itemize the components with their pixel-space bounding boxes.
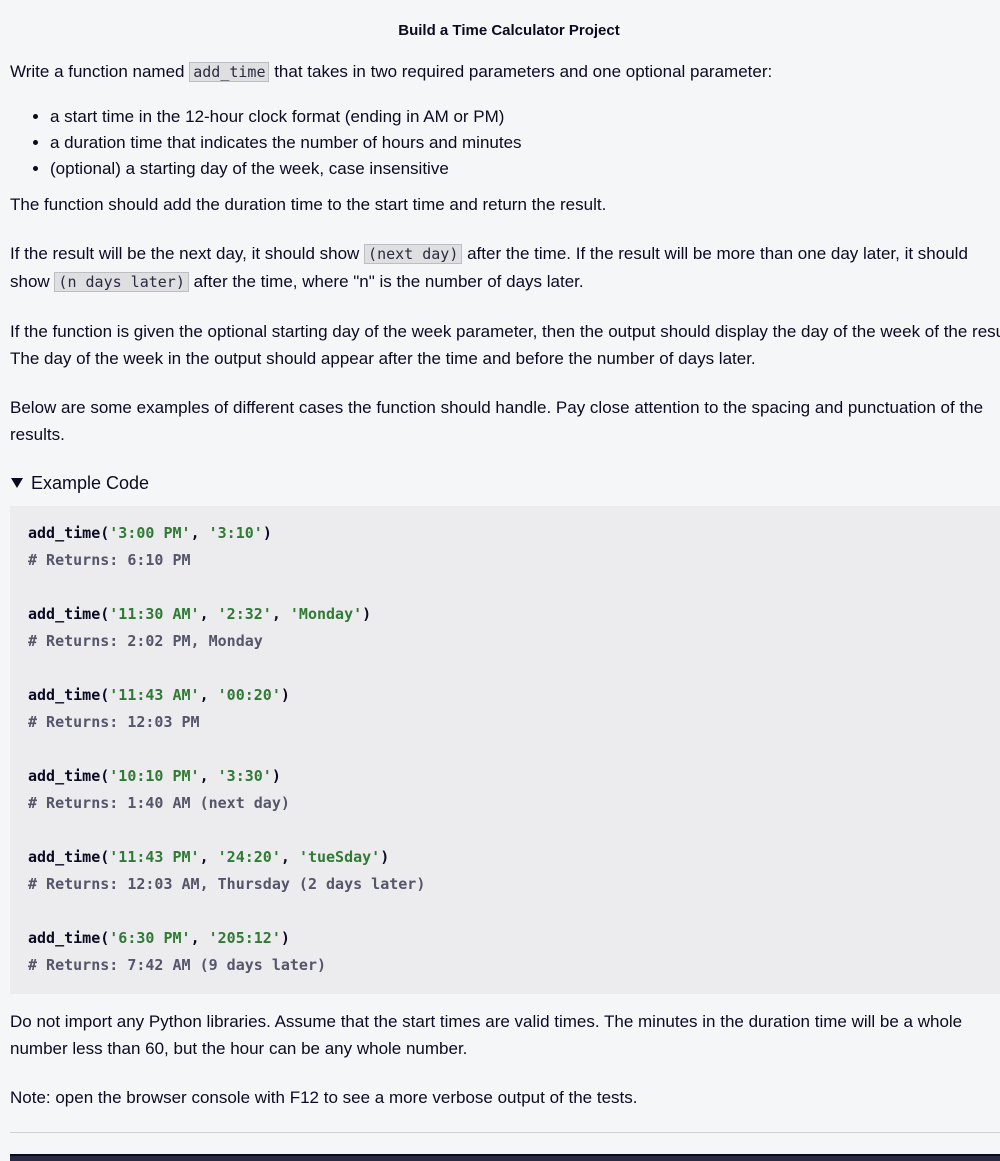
code-argument: '00:20' xyxy=(217,686,281,704)
code-example: add_time('10:10 PM', '3:30') # Returns: … xyxy=(28,763,1000,817)
examples-intro-paragraph: Below are some examples of different cas… xyxy=(10,398,984,444)
code-argument: '2:32' xyxy=(217,605,272,623)
parameter-item: (optional) a starting day of the week, c… xyxy=(50,156,1000,182)
inline-code-next-day: (next day) xyxy=(364,244,463,264)
code-argument: '11:43 PM' xyxy=(109,848,200,866)
page-title: Build a Time Calculator Project xyxy=(398,22,620,39)
code-example: add_time('3:00 PM', '3:10') # Returns: 6… xyxy=(28,520,1000,574)
code-call-line: add_time('6:30 PM', '205:12') xyxy=(28,929,290,947)
code-comment: # Returns: 1:40 AM (next day) xyxy=(28,794,290,812)
code-argument: '205:12' xyxy=(208,929,281,947)
console-note-paragraph: Note: open the browser console with F12 … xyxy=(10,1088,638,1107)
example-code-toggle[interactable]: Example Code xyxy=(10,470,1000,496)
code-example: add_time('11:30 AM', '2:32', 'Monday') #… xyxy=(28,601,1000,655)
next-day-text: show xyxy=(10,272,55,291)
function-name: add_time xyxy=(28,848,101,866)
intro-text-before: Write a function named xyxy=(10,62,190,81)
example-code-label: Example Code xyxy=(31,473,150,493)
challenge-page: Build a Time Calculator Project Write a … xyxy=(0,0,1000,1161)
next-day-text: If the result will be the next day, it s… xyxy=(10,244,365,263)
function-name: add_time xyxy=(28,605,101,623)
intro-text-after: that takes in two required parameters an… xyxy=(269,62,773,81)
next-day-paragraph: If the result will be the next day, it s… xyxy=(10,240,1000,296)
code-argument: '11:30 AM' xyxy=(109,605,200,623)
code-comment: # Returns: 7:42 AM (9 days later) xyxy=(28,956,327,974)
code-argument: '3:00 PM' xyxy=(109,524,191,542)
next-day-text: after the time, where "n" is the number … xyxy=(188,272,584,291)
parameter-list: a start time in the 12-hour clock format… xyxy=(10,104,1000,182)
code-example: add_time('6:30 PM', '205:12') # Returns:… xyxy=(28,925,1000,979)
function-name: add_time xyxy=(28,524,101,542)
code-comment: # Returns: 6:10 PM xyxy=(28,551,191,569)
code-comment: # Returns: 12:03 PM xyxy=(28,713,200,731)
code-call-line: add_time('11:43 AM', '00:20') xyxy=(28,686,290,704)
code-call-line: add_time('11:43 PM', '24:20', 'tueSday') xyxy=(28,848,390,866)
code-call-line: add_time('11:30 AM', '2:32', 'Monday') xyxy=(28,605,372,623)
add-duration-paragraph: The function should add the duration tim… xyxy=(10,195,607,214)
weekday-paragraph: If the function is given the optional st… xyxy=(10,322,1000,368)
code-example: add_time('11:43 PM', '24:20', 'tueSday')… xyxy=(28,844,1000,898)
example-code-block: add_time('3:00 PM', '3:10') # Returns: 6… xyxy=(10,506,1000,994)
code-argument: '6:30 PM' xyxy=(109,929,191,947)
code-call-line: add_time('3:00 PM', '3:10') xyxy=(28,524,272,542)
code-example: add_time('11:43 AM', '00:20') # Returns:… xyxy=(28,682,1000,736)
parameter-item: a duration time that indicates the numbe… xyxy=(50,130,1000,156)
code-call-line: add_time('10:10 PM', '3:30') xyxy=(28,767,281,785)
function-name: add_time xyxy=(28,767,101,785)
disclosure-triangle-icon xyxy=(11,478,23,488)
instructions: Write a function named add_time that tak… xyxy=(10,58,1000,1133)
code-argument: 'Monday' xyxy=(289,605,363,623)
code-argument: '3:10' xyxy=(208,524,263,542)
function-name: add_time xyxy=(28,929,101,947)
next-day-text: after the time. If the result will be mo… xyxy=(462,244,968,263)
code-comment: # Returns: 12:03 AM, Thursday (2 days la… xyxy=(28,875,426,893)
section-divider xyxy=(10,1132,1000,1133)
code-argument: '11:43 AM' xyxy=(109,686,200,704)
code-argument: '24:20' xyxy=(217,848,281,866)
editor-top-edge xyxy=(10,1154,1000,1161)
code-argument: '3:30' xyxy=(217,767,272,785)
code-comment: # Returns: 2:02 PM, Monday xyxy=(28,632,263,650)
inline-code-add-time: add_time xyxy=(189,62,270,82)
code-argument: 'tueSday' xyxy=(298,848,381,866)
code-argument: '10:10 PM' xyxy=(109,767,200,785)
no-import-paragraph: Do not import any Python libraries. Assu… xyxy=(10,1012,963,1058)
intro-paragraph: Write a function named add_time that tak… xyxy=(10,58,1000,86)
function-name: add_time xyxy=(28,686,101,704)
inline-code-n-days-later: (n days later) xyxy=(54,272,189,292)
parameter-item: a start time in the 12-hour clock format… xyxy=(50,104,1000,130)
